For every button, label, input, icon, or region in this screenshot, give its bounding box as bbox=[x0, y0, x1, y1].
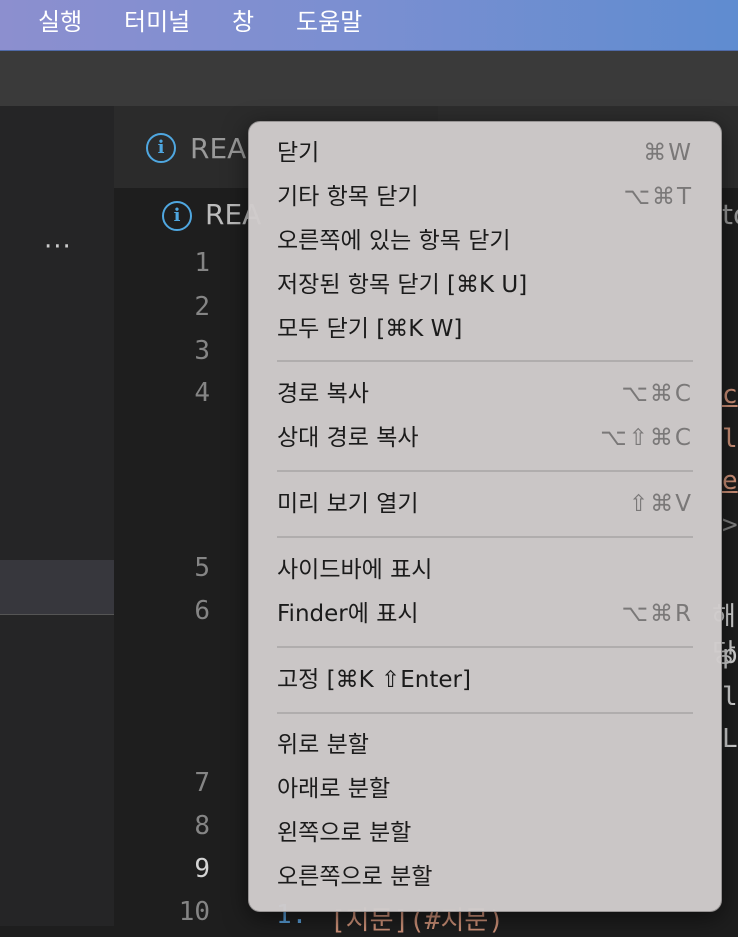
menu-item-close-all[interactable]: 모두 닫기 [⌘K W] bbox=[277, 309, 693, 349]
code-fragment: l bbox=[722, 682, 738, 712]
menu-item-close[interactable]: 닫기 ⌘W bbox=[277, 133, 693, 173]
line-number: 3 bbox=[194, 336, 210, 366]
menu-item-reveal-in-sidebar[interactable]: 사이드바에 표시 bbox=[277, 550, 693, 590]
menu-run[interactable]: 실행 bbox=[38, 6, 82, 38]
menu-bar: 실행 터미널 창 도움말 bbox=[0, 0, 738, 51]
menu-item-split-left[interactable]: 왼쪽으로 분할 bbox=[277, 813, 693, 853]
menu-item-shortcut: ⌥⌘T bbox=[623, 184, 693, 210]
line-number: 5 bbox=[194, 553, 210, 583]
menu-separator bbox=[277, 360, 693, 362]
menu-item-label: 모두 닫기 [⌘K W] bbox=[277, 316, 463, 342]
line-number: 4 bbox=[194, 378, 210, 408]
menu-item-label: 미리 보기 열기 bbox=[277, 491, 419, 517]
line-number-current: 9 bbox=[194, 854, 210, 884]
menu-separator bbox=[277, 712, 693, 714]
line-number: 8 bbox=[194, 811, 210, 841]
menu-item-label: 고정 [⌘K ⇧Enter] bbox=[277, 667, 471, 693]
sidebar: ··· bbox=[0, 106, 114, 926]
breadcrumb-info-icon: i bbox=[162, 201, 192, 231]
sidebar-selected-item[interactable] bbox=[0, 560, 114, 615]
menu-separator bbox=[277, 470, 693, 472]
line-number: 7 bbox=[194, 768, 210, 798]
menu-item-label: 오른쪽에 있는 항목 닫기 bbox=[277, 228, 511, 254]
menu-terminal[interactable]: 터미널 bbox=[124, 6, 190, 38]
menu-item-reveal-in-finder[interactable]: Finder에 표시 ⌥⌘R bbox=[277, 594, 693, 634]
line-number: 2 bbox=[194, 292, 210, 322]
line-number: 1 bbox=[194, 248, 210, 278]
menu-item-label: 경로 복사 bbox=[277, 381, 369, 407]
code-fragment: li bbox=[722, 424, 738, 454]
more-actions-icon[interactable]: ··· bbox=[44, 232, 72, 262]
menu-item-shortcut: ⇧⌘V bbox=[628, 491, 693, 517]
menu-item-open-preview[interactable]: 미리 보기 열기 ⇧⌘V bbox=[277, 484, 693, 524]
menu-item-pin[interactable]: 고정 [⌘K ⇧Enter] bbox=[277, 660, 693, 700]
menu-item-copy-path[interactable]: 경로 복사 ⌥⌘C bbox=[277, 374, 693, 414]
menu-item-label: 저장된 항목 닫기 [⌘K U] bbox=[277, 272, 528, 298]
code-fragment: > bbox=[722, 510, 738, 540]
menu-item-label: 왼쪽으로 분할 bbox=[277, 820, 412, 846]
tab-label: REA bbox=[190, 132, 247, 165]
menu-item-split-up[interactable]: 위로 분할 bbox=[277, 725, 693, 765]
code-fragment: e bbox=[722, 466, 738, 496]
window-title-strip bbox=[0, 51, 738, 106]
menu-item-close-others[interactable]: 기타 항목 닫기 ⌥⌘T bbox=[277, 177, 693, 217]
menu-item-label: 오른쪽으로 분할 bbox=[277, 864, 433, 890]
menu-help[interactable]: 도움말 bbox=[296, 6, 362, 38]
menu-item-copy-relative-path[interactable]: 상대 경로 복사 ⌥⇧⌘C bbox=[277, 418, 693, 458]
code-fragment: c bbox=[722, 380, 738, 410]
code-fragment: L bbox=[722, 724, 738, 754]
menu-item-label: 사이드바에 표시 bbox=[277, 557, 433, 583]
menu-item-shortcut: ⌥⌘R bbox=[621, 601, 693, 627]
menu-item-split-right[interactable]: 오른쪽으로 분할 bbox=[277, 857, 693, 897]
line-number: 6 bbox=[194, 596, 210, 626]
menu-separator bbox=[277, 536, 693, 538]
line-number: 10 bbox=[178, 897, 210, 927]
menu-item-label: 아래로 분할 bbox=[277, 776, 391, 802]
menu-item-label: 닫기 bbox=[277, 140, 320, 166]
tab-context-menu: 닫기 ⌘W 기타 항목 닫기 ⌥⌘T 오른쪽에 있는 항목 닫기 저장된 항목 … bbox=[248, 121, 722, 912]
menu-item-close-saved[interactable]: 저장된 항목 닫기 [⌘K U] bbox=[277, 265, 693, 305]
menu-item-split-down[interactable]: 아래로 분할 bbox=[277, 769, 693, 809]
breadcrumb-fragment: to bbox=[722, 198, 738, 231]
menu-item-label: 기타 항목 닫기 bbox=[277, 184, 419, 210]
menu-item-close-to-right[interactable]: 오른쪽에 있는 항목 닫기 bbox=[277, 221, 693, 261]
menu-item-label: 상대 경로 복사 bbox=[277, 425, 419, 451]
menu-item-label: 위로 분할 bbox=[277, 732, 369, 758]
menu-item-shortcut: ⌘W bbox=[643, 140, 693, 166]
code-fragment: p bbox=[722, 640, 738, 670]
menu-item-label: Finder에 표시 bbox=[277, 601, 419, 627]
menu-item-shortcut: ⌥⌘C bbox=[621, 381, 693, 407]
info-icon: i bbox=[146, 133, 176, 163]
menu-separator bbox=[277, 646, 693, 648]
menu-item-shortcut: ⌥⇧⌘C bbox=[600, 425, 693, 451]
menu-window[interactable]: 창 bbox=[232, 6, 254, 38]
